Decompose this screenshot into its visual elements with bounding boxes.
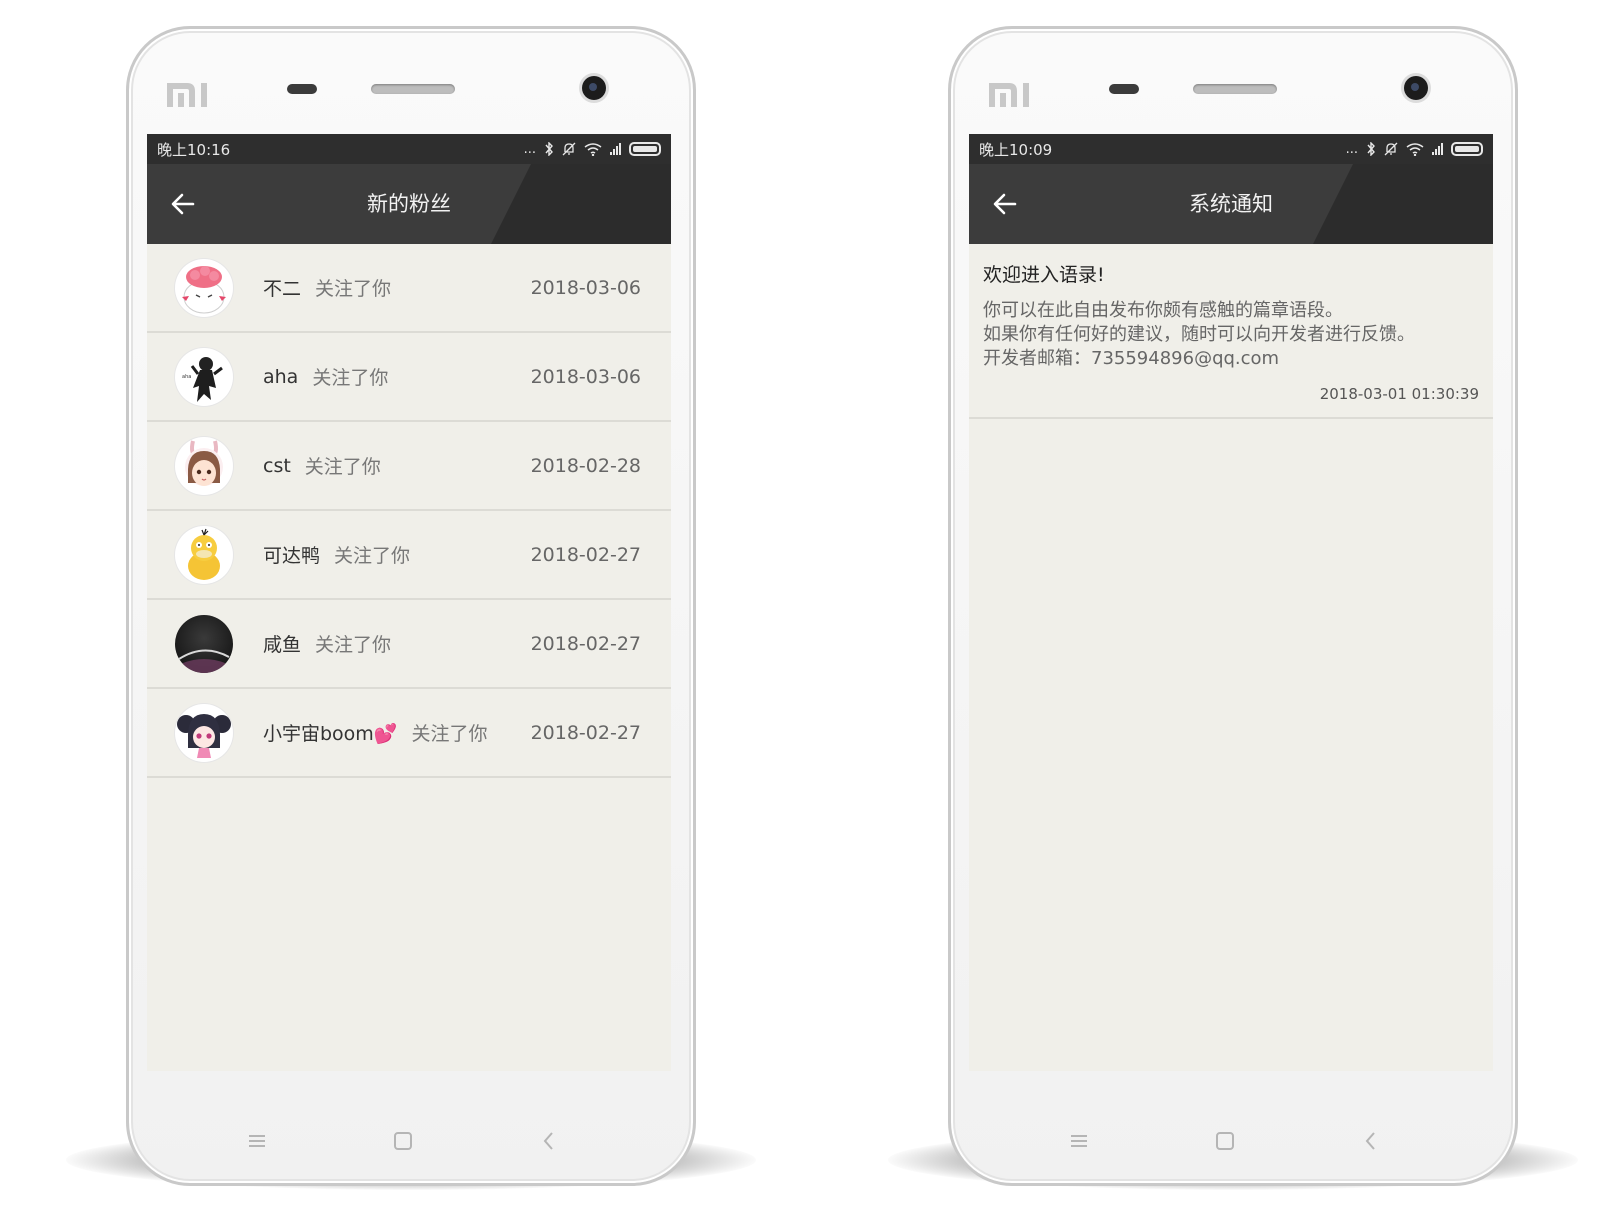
- notice-line: 如果你有任何好的建议，随时可以向开发者进行反馈。: [983, 324, 1415, 345]
- back-icon[interactable]: [537, 1129, 561, 1153]
- status-bar: 晚上10:16 ...: [147, 134, 671, 164]
- front-camera: [1404, 76, 1428, 100]
- page-title: 系统通知: [1189, 192, 1273, 216]
- earpiece-speaker: [371, 84, 455, 94]
- follower-name: 咸鱼: [263, 634, 302, 656]
- svg-text:aha: aha: [182, 374, 191, 380]
- follower-date: 2018-02-28: [530, 454, 641, 477]
- notice-line: 开发者邮箱：735594896@qq.com: [983, 348, 1280, 369]
- notice-card[interactable]: 欢迎进入语录! 你可以在此自由发布你颇有感触的篇章语段。 如果你有任何好的建议，…: [969, 244, 1493, 419]
- follower-row[interactable]: 小宇宙boom💕 关注了你 2018-02-27: [147, 689, 671, 778]
- follower-date: 2018-02-27: [530, 721, 641, 744]
- follower-row[interactable]: cst 关注了你 2018-02-28: [147, 422, 671, 511]
- follower-row[interactable]: 可达鸭 关注了你 2018-02-27: [147, 511, 671, 600]
- back-icon[interactable]: [1359, 1129, 1383, 1153]
- follower-row[interactable]: 不二 关注了你 2018-03-06: [147, 244, 671, 333]
- arrow-left-icon[interactable]: [169, 190, 197, 218]
- hardware-nav-keys: [951, 1129, 1515, 1169]
- follower-action: 关注了你: [334, 545, 411, 567]
- follower-row[interactable]: 咸鱼 关注了你 2018-02-27: [147, 600, 671, 689]
- front-camera: [582, 76, 606, 100]
- follower-list: 不二 关注了你 2018-03-06 aha aha 关注了你 2018-03-…: [147, 244, 671, 778]
- follower-action: 关注了你: [312, 367, 389, 389]
- battery-icon: [1451, 142, 1483, 156]
- notice-title: 欢迎进入语录!: [983, 264, 1105, 286]
- signal-icon: [1432, 143, 1443, 155]
- wifi-icon: [1406, 143, 1424, 156]
- follower-date: 2018-03-06: [530, 276, 641, 299]
- wifi-icon: [584, 143, 602, 156]
- home-icon[interactable]: [391, 1129, 415, 1153]
- mute-icon: [562, 142, 576, 156]
- follower-name: aha: [263, 365, 299, 388]
- follower-action: 关注了你: [315, 634, 392, 656]
- follower-date: 2018-02-27: [530, 543, 641, 566]
- status-time: 晚上10:09: [979, 140, 1053, 159]
- phone-left: 晚上10:16 ... 新的粉丝 不二 关注了你 2018-03-06 aha …: [126, 26, 696, 1186]
- proximity-sensor: [287, 84, 317, 94]
- follower-date: 2018-03-06: [530, 365, 641, 388]
- toolbar: 系统通知: [969, 164, 1493, 244]
- bunny-hood-girl-avatar[interactable]: [175, 436, 233, 495]
- follower-date: 2018-02-27: [530, 632, 641, 655]
- hardware-nav-keys: [129, 1129, 693, 1169]
- follower-action: 关注了你: [411, 723, 488, 745]
- follower-name: 可达鸭: [263, 545, 321, 567]
- earpiece-speaker: [1193, 84, 1277, 94]
- more-dots-icon: ...: [523, 141, 536, 157]
- mi-logo-icon: [989, 83, 1029, 107]
- follower-name: cst: [263, 454, 291, 477]
- follower-action: 关注了你: [304, 456, 381, 478]
- page-title: 新的粉丝: [367, 192, 451, 216]
- psyduck-avatar[interactable]: [175, 525, 233, 584]
- mi-logo-icon: [167, 83, 207, 107]
- arrow-left-icon[interactable]: [991, 190, 1019, 218]
- bluetooth-icon: [1367, 142, 1375, 156]
- home-icon[interactable]: [1213, 1129, 1237, 1153]
- proximity-sensor: [1109, 84, 1139, 94]
- black-figure-avatar[interactable]: aha: [175, 347, 233, 406]
- bluetooth-icon: [545, 142, 553, 156]
- follower-name: 不二: [263, 278, 302, 300]
- follower-action: 关注了你: [315, 278, 392, 300]
- menu-icon[interactable]: [1067, 1129, 1091, 1153]
- status-time: 晚上10:16: [157, 140, 231, 159]
- menu-icon[interactable]: [245, 1129, 269, 1153]
- pink-brain-creature-avatar[interactable]: [175, 258, 233, 317]
- status-bar: 晚上10:09 ...: [969, 134, 1493, 164]
- signal-icon: [610, 143, 621, 155]
- notice-timestamp: 2018-03-01 01:30:39: [1319, 385, 1479, 403]
- screen-system-notice: 晚上10:09 ... 系统通知 欢迎进入语录! 你可以在此自由发布你颇有感触的…: [969, 134, 1493, 1071]
- battery-icon: [629, 142, 661, 156]
- notice-line: 你可以在此自由发布你颇有感触的篇章语段。: [983, 300, 1343, 321]
- anime-girl-avatar[interactable]: [175, 703, 233, 762]
- toolbar: 新的粉丝: [147, 164, 671, 244]
- screen-new-followers: 晚上10:16 ... 新的粉丝 不二 关注了你 2018-03-06 aha …: [147, 134, 671, 1071]
- follower-row[interactable]: aha aha 关注了你 2018-03-06: [147, 333, 671, 422]
- dark-planet-avatar[interactable]: [175, 614, 233, 673]
- more-dots-icon: ...: [1345, 141, 1358, 157]
- follower-name: 小宇宙boom💕: [263, 723, 398, 745]
- mute-icon: [1384, 142, 1398, 156]
- phone-right: 晚上10:09 ... 系统通知 欢迎进入语录! 你可以在此自由发布你颇有感触的…: [948, 26, 1518, 1186]
